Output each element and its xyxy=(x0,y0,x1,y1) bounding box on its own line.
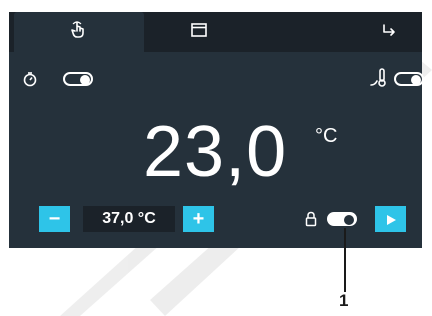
lock-toggle[interactable] xyxy=(327,212,357,226)
lock-icon xyxy=(305,211,317,232)
device-screen: 23,0 °C − 37,0 °C + xyxy=(9,12,424,248)
setpoint-value: 37,0 °C xyxy=(83,206,175,232)
temperature-unit: °C xyxy=(315,125,338,147)
window-icon xyxy=(191,22,207,42)
toggle-knob xyxy=(411,75,421,85)
play-icon xyxy=(385,208,397,230)
timer-icon xyxy=(22,71,38,92)
touch-hand-icon xyxy=(69,20,89,45)
probe-toggle[interactable] xyxy=(394,72,424,86)
start-button[interactable] xyxy=(375,206,406,232)
tab-window[interactable] xyxy=(129,12,269,52)
return-arrow-icon xyxy=(381,23,397,42)
callout-line xyxy=(344,228,346,292)
toggle-knob xyxy=(344,215,354,225)
current-temperature: 23,0 xyxy=(143,112,288,192)
probe-thermometer-icon xyxy=(369,67,389,94)
callout-label: 1 xyxy=(339,291,349,310)
toggle-knob xyxy=(80,75,90,85)
tab-touch[interactable] xyxy=(14,12,144,52)
tab-return[interactable] xyxy=(359,12,419,52)
tab-bar xyxy=(9,12,422,52)
increase-button[interactable]: + xyxy=(183,206,214,232)
decrease-button[interactable]: − xyxy=(39,206,70,232)
timer-toggle[interactable] xyxy=(63,72,93,86)
